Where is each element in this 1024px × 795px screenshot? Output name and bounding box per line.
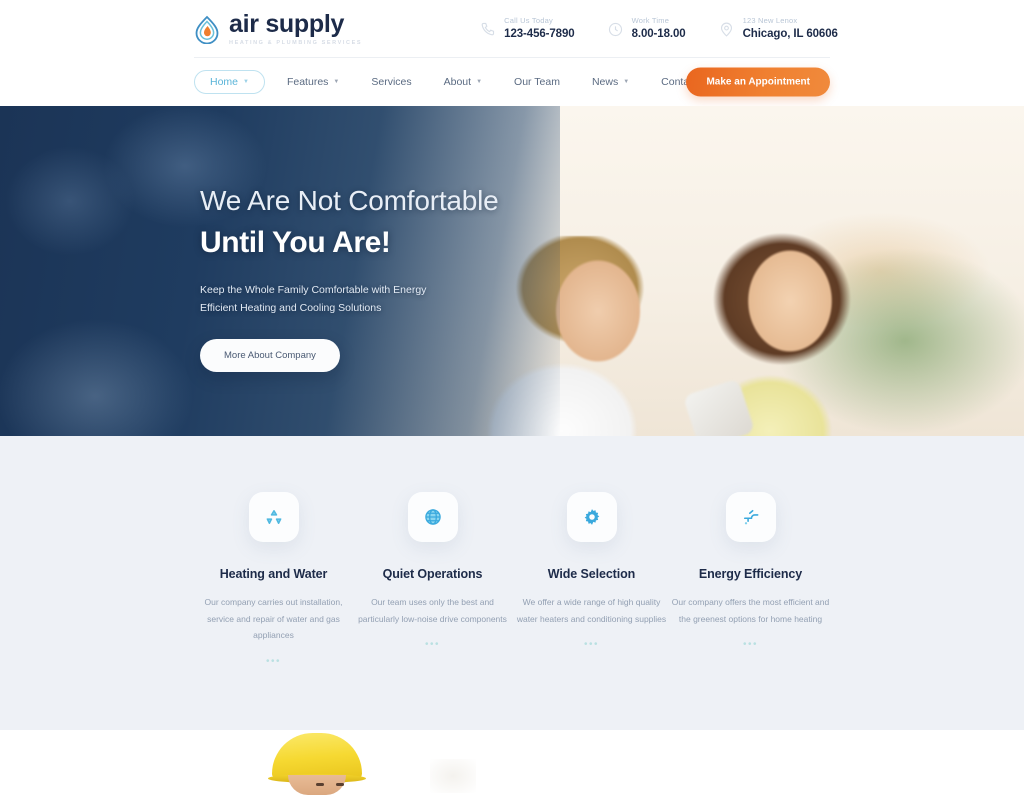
more-about-company-button[interactable]: More About Company [200,339,340,373]
nav-item-about-label: About [443,76,472,88]
contact-address-label: 123 New Lenox [742,16,798,26]
faucet-icon [725,492,776,542]
nav-item-features[interactable]: Features ▼ [271,76,355,88]
contact-phone[interactable]: Call Us Today 123-456-7890 [479,16,575,41]
nav-item-about[interactable]: About ▼ [428,76,498,88]
feature-card-wide-selection[interactable]: Wide Selection We offer a wide range of … [512,492,671,667]
chevron-down-icon: ▼ [333,79,340,85]
recycle-icon [248,492,299,542]
nav-item-news[interactable]: News ▼ [576,76,645,88]
chevron-down-icon: ▼ [476,79,483,85]
nav-item-our-team[interactable]: Our Team [498,76,576,88]
background-blur-object [430,758,476,793]
hero-headline-line2: Until You Are! [200,225,391,259]
contact-phone-value: 123-456-7890 [504,27,575,40]
feature-readmore-dots[interactable]: ••• [512,639,671,650]
hero-banner: We Are Not Comfortable Until You Are! Ke… [0,106,1024,436]
nav-item-home[interactable]: Home ▼ [194,70,265,94]
feature-card-quiet-operations[interactable]: Quiet Operations Our team uses only the … [353,492,512,667]
nav-item-services[interactable]: Services [355,76,427,88]
feature-description: We offer a wide range of high quality wa… [516,597,667,624]
clock-icon [607,21,624,38]
nav-item-our-team-label: Our Team [514,76,560,88]
worker-eye-left [316,782,324,786]
site-header: air supply HEATING & PLUMBING SERVICES C… [0,0,1024,106]
feature-card-energy-efficiency[interactable]: Energy Efficiency Our company offers the… [671,492,830,667]
next-section-peek [0,729,1024,795]
gear-icon [566,492,617,542]
nav-item-home-label: Home [210,76,239,88]
main-navigation: Home ▼ Features ▼ Services About ▼ Our T… [194,70,719,94]
feature-description: Our company carries out installation, se… [204,597,343,641]
main-navigation-bar: Home ▼ Features ▼ Services About ▼ Our T… [0,58,1024,106]
make-appointment-button[interactable]: Make an Appointment [686,67,830,97]
chevron-down-icon: ▼ [243,79,249,85]
features-grid: Heating and Water Our company carries ou… [0,492,1024,667]
logo-wordmark: air supply [229,9,345,38]
feature-title: Energy Efficiency [698,567,803,581]
hero-subtitle: Keep the Whole Family Comfortable with E… [200,283,427,314]
phone-icon [479,21,496,38]
feature-readmore-dots[interactable]: ••• [353,639,512,650]
chevron-down-icon: ▼ [623,79,630,85]
nav-item-features-label: Features [286,76,329,88]
header-contacts: Call Us Today 123-456-7890 Work Time 8.0… [479,16,838,41]
hero-headline-line1: We Are Not Comfortable [200,185,499,216]
worker-eye-right [336,782,344,786]
contact-hours-label: Work Time [631,16,670,26]
globe-icon [407,492,458,542]
nav-item-news-label: News [591,76,619,88]
logo-tagline: HEATING & PLUMBING SERVICES [229,39,363,46]
feature-title: Wide Selection [547,567,636,581]
contact-address-value: Chicago, IL 60606 [742,27,838,40]
features-section: Heating and Water Our company carries ou… [0,436,1024,730]
water-drop-flame-icon [194,15,220,44]
hero-content: We Are Not Comfortable Until You Are! Ke… [0,106,1024,373]
contact-address[interactable]: 123 New Lenox Chicago, IL 60606 [718,16,838,41]
feature-title: Heating and Water [219,567,328,581]
feature-title: Quiet Operations [382,567,483,581]
worker-photo [268,732,366,795]
site-logo[interactable]: air supply HEATING & PLUMBING SERVICES [194,9,363,47]
feature-card-heating-and-water[interactable]: Heating and Water Our company carries ou… [194,492,353,667]
feature-description: Our company offers the most efficient an… [671,597,830,624]
contact-hours-value: 8.00-18.00 [631,27,686,40]
map-pin-icon [718,21,735,38]
feature-description: Our team uses only the best and particul… [358,597,507,624]
contact-hours[interactable]: Work Time 8.00-18.00 [607,16,686,41]
feature-readmore-dots[interactable]: ••• [671,639,830,650]
feature-readmore-dots[interactable]: ••• [194,656,353,667]
hard-hat-icon [272,732,362,779]
contact-phone-label: Call Us Today [504,16,553,26]
worker-face [288,774,346,795]
header-top-bar: air supply HEATING & PLUMBING SERVICES C… [0,0,1024,58]
nav-item-services-label: Services [371,76,412,88]
